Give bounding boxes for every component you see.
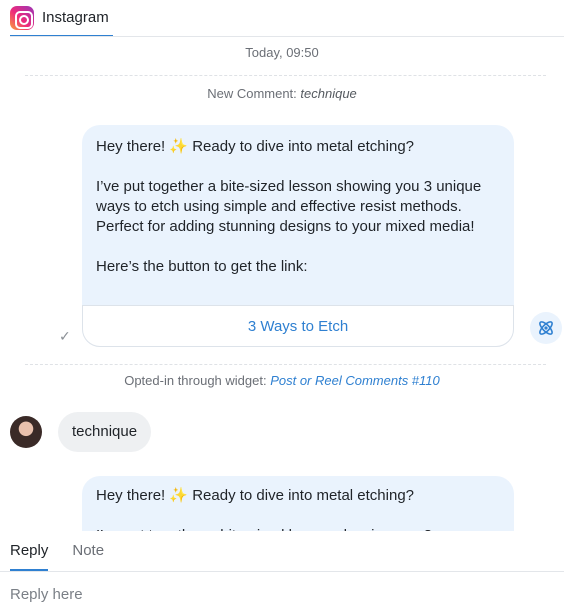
- ai-agent-icon[interactable]: [530, 312, 562, 344]
- reply-input[interactable]: [10, 583, 550, 605]
- channel-name: Instagram: [42, 9, 109, 26]
- divider: [25, 75, 546, 76]
- conversation-timestamp: Today, 09:50: [245, 45, 319, 60]
- check-icon: ✓: [59, 328, 71, 344]
- comment-keyword: technique: [300, 86, 357, 101]
- reply-composer: Reply Note: [0, 531, 564, 605]
- new-comment-prefix: New Comment:: [207, 86, 301, 101]
- composer-divider: [0, 571, 564, 572]
- composer-tabs: Reply Note: [10, 531, 104, 571]
- atom-icon: [539, 321, 553, 335]
- opted-in-event: Opted-in through widget: Post or Reel Co…: [0, 373, 564, 388]
- message-bubble-incoming: technique: [58, 412, 152, 452]
- channel-tab-instagram[interactable]: Instagram: [10, 0, 113, 37]
- instagram-icon: [10, 5, 34, 30]
- message-text: Hey there! ✨ Ready to dive into metal et…: [96, 138, 482, 275]
- tab-note[interactable]: Note: [72, 531, 104, 571]
- tab-reply[interactable]: Reply: [10, 531, 49, 571]
- link-button[interactable]: 3 Ways to Etch: [82, 305, 514, 347]
- new-comment-event: New Comment: technique: [0, 86, 564, 101]
- divider: [25, 364, 546, 365]
- header-divider: [10, 36, 564, 37]
- widget-link[interactable]: Post or Reel Comments #110: [270, 373, 440, 388]
- opted-in-prefix: Opted-in through widget:: [124, 373, 271, 388]
- message-bubble-outgoing: Hey there! ✨ Ready to dive into metal et…: [82, 125, 514, 347]
- avatar[interactable]: [10, 416, 42, 448]
